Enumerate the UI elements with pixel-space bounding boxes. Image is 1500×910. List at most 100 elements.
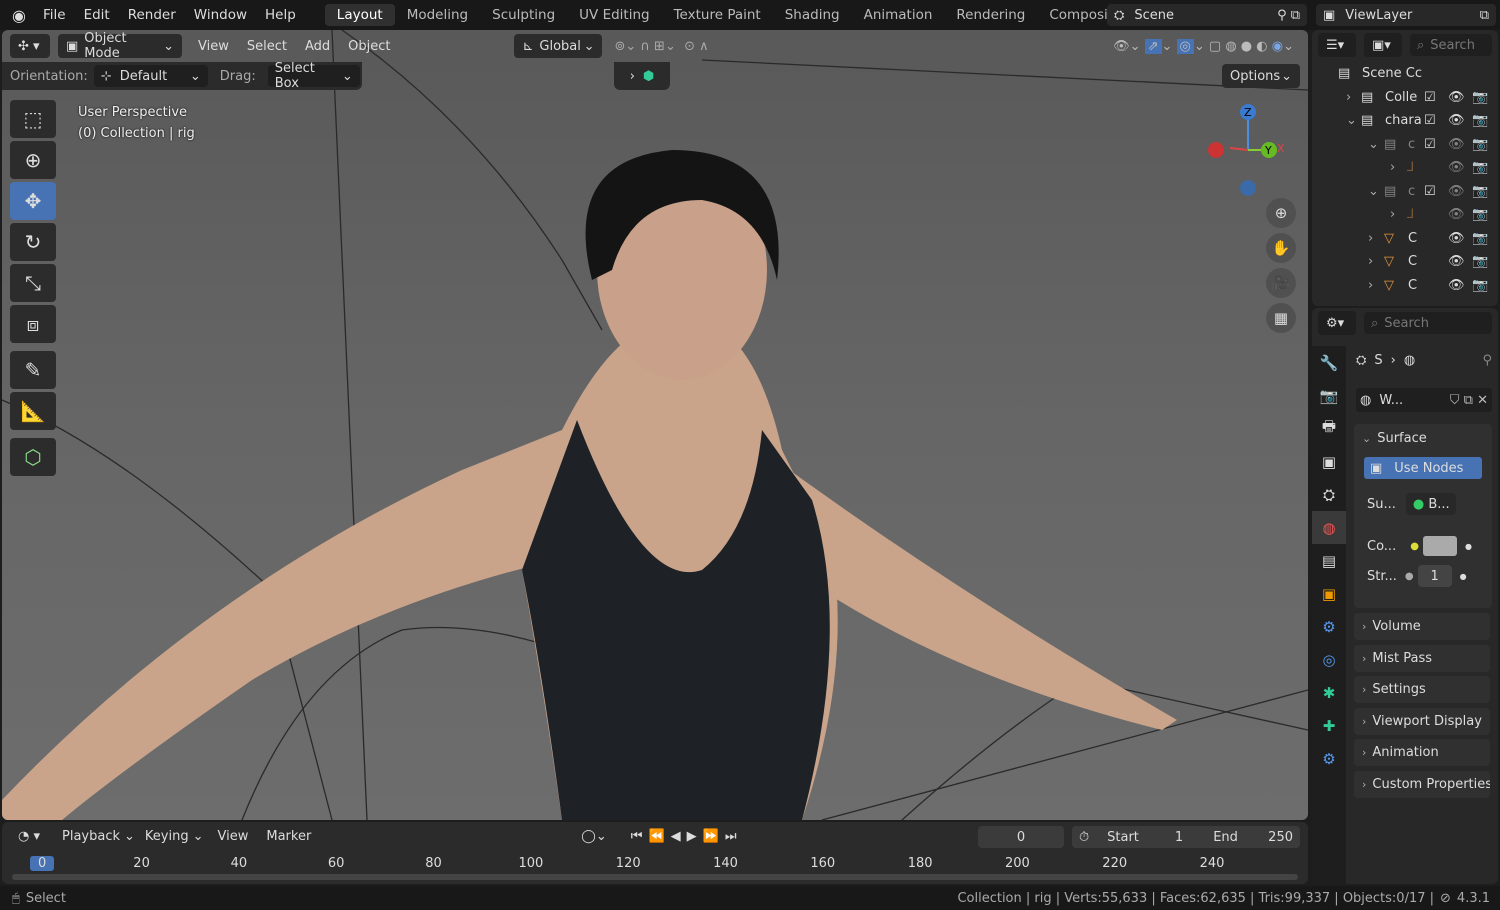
collection-tab[interactable]: ▤: [1312, 544, 1346, 577]
checkbox-icon[interactable]: ☑: [1424, 113, 1436, 128]
tab-sculpting[interactable]: Sculpting: [480, 4, 567, 26]
camera-icon[interactable]: 📷: [1472, 184, 1488, 199]
eye-icon[interactable]: 👁: [1448, 113, 1465, 128]
menu-window[interactable]: Window: [185, 7, 256, 23]
new-layer-icon[interactable]: ⧉: [1480, 8, 1489, 23]
tab-shading[interactable]: Shading: [773, 4, 852, 26]
tab-uv-editing[interactable]: UV Editing: [567, 4, 661, 26]
keyframe-dot[interactable]: ●: [1460, 572, 1467, 581]
camera-icon[interactable]: 📷: [1472, 113, 1488, 128]
chevron-down-icon[interactable]: ⌄: [1346, 113, 1357, 128]
tab-layout[interactable]: Layout: [324, 4, 395, 26]
measure-tool[interactable]: 📐: [10, 392, 56, 430]
world-selector[interactable]: ◍ W... ⛉ ⧉ ✕: [1356, 388, 1492, 412]
add-cube-tool[interactable]: ⬡: [10, 438, 56, 476]
view-layer-tab[interactable]: ▣: [1312, 445, 1346, 478]
menu-playback[interactable]: Playback: [62, 829, 120, 844]
camera-icon[interactable]: 📷: [1472, 278, 1488, 293]
start-value[interactable]: 1: [1175, 830, 1183, 845]
outliner-row[interactable]: › ▽ C 👁 📷: [1312, 227, 1498, 251]
chevron-right-icon[interactable]: ⌄: [1368, 184, 1379, 199]
modifier-tab[interactable]: ⚙: [1312, 610, 1346, 643]
menu-view[interactable]: View: [218, 829, 249, 844]
menu-view[interactable]: View: [198, 39, 229, 54]
chevron-right-icon[interactable]: ›: [1390, 207, 1395, 222]
drag-dropdown[interactable]: Select Box ⌄: [267, 61, 360, 91]
keyframe-dot[interactable]: ●: [1465, 542, 1472, 551]
eye-icon[interactable]: 👁: [1448, 137, 1465, 152]
chevron-right-icon[interactable]: ›: [1346, 90, 1351, 105]
timeline-scrollbar[interactable]: [12, 874, 1298, 880]
tool-tab[interactable]: 🔧: [1312, 346, 1346, 379]
menu-select[interactable]: Select: [247, 39, 287, 54]
pin-icon[interactable]: ⚲: [1482, 353, 1492, 368]
camera-icon[interactable]: 📷: [1472, 254, 1488, 269]
eye-icon[interactable]: 👁: [1448, 207, 1465, 222]
eye-icon[interactable]: 👁: [1448, 278, 1465, 293]
chevron-right-icon[interactable]: ›: [1390, 160, 1395, 175]
3d-viewport[interactable]: ✣ ▾ ▣ Object Mode ⌄ View Select Add Object…: [2, 30, 1308, 820]
camera-icon[interactable]: 📷: [1472, 90, 1488, 105]
select-box-tool[interactable]: ⬚: [10, 100, 56, 138]
eye-icon[interactable]: 👁: [1448, 184, 1465, 199]
eye-icon[interactable]: 👁: [1448, 160, 1465, 175]
eye-icon[interactable]: 👁: [1448, 90, 1465, 105]
outliner-search[interactable]: ⌕ Search: [1410, 34, 1492, 56]
outliner-row[interactable]: › ⅃ 👁 📷: [1312, 156, 1498, 180]
properties-search[interactable]: ⌕ Search: [1364, 312, 1492, 334]
current-frame-field[interactable]: 0: [978, 826, 1064, 848]
menu-add[interactable]: Add: [305, 39, 330, 54]
gizmo-toggle[interactable]: › ⬢: [614, 62, 670, 90]
shading-icons[interactable]: 👁⌄ ⇗ ⌄ ◎ ⌄ ▢ ◍ ● ◐ ◉⌄: [1113, 38, 1294, 54]
eye-icon[interactable]: 👁: [1448, 231, 1465, 246]
panel-animation[interactable]: › Animation: [1354, 739, 1490, 767]
auto-key-icon[interactable]: ◯⌄: [581, 829, 606, 844]
outliner-row[interactable]: ▤ Scene Cc: [1312, 62, 1498, 86]
editor-type-button[interactable]: ✣ ▾: [10, 34, 50, 58]
tab-rendering[interactable]: Rendering: [944, 4, 1037, 26]
panel-viewport-display[interactable]: › Viewport Display: [1354, 707, 1490, 735]
outliner-row[interactable]: ⌄ ▤ c ☑ 👁 📷: [1312, 180, 1498, 204]
checkbox-icon[interactable]: ☑: [1424, 90, 1436, 105]
pin-icon[interactable]: ⚲ ⧉: [1277, 8, 1300, 23]
menu-edit[interactable]: Edit: [75, 7, 119, 23]
display-mode[interactable]: ▣▾: [1364, 33, 1402, 57]
color-swatch[interactable]: [1422, 536, 1457, 556]
use-nodes-button[interactable]: ▣ Use Nodes: [1364, 457, 1482, 479]
surface-shader[interactable]: ● B...: [1405, 493, 1456, 515]
outliner-row[interactable]: ⌄ ▤ chara ☑ 👁 📷: [1312, 109, 1498, 133]
timeline-editor-type[interactable]: ◔ ▾: [10, 824, 50, 848]
menu-file[interactable]: File: [34, 7, 75, 23]
playback-controls[interactable]: ⏮⏪◀▶⏩⏭: [631, 829, 743, 844]
chevron-right-icon[interactable]: ›: [1368, 254, 1373, 269]
properties-editor-type[interactable]: ⚙▾: [1318, 311, 1356, 335]
panel-settings[interactable]: › Settings: [1354, 676, 1490, 704]
chevron-right-icon[interactable]: ›: [1368, 278, 1373, 293]
options-button[interactable]: Options ⌄: [1222, 64, 1300, 88]
eye-icon[interactable]: 👁: [1448, 254, 1465, 269]
outliner-row[interactable]: ⌄ ▤ c ☑ 👁 📷: [1312, 133, 1498, 157]
outliner-row[interactable]: › ⅃ 👁 📷: [1312, 203, 1498, 227]
camera-icon[interactable]: 📷: [1472, 207, 1488, 222]
panel-volume[interactable]: › Volume: [1354, 613, 1490, 640]
world-tab[interactable]: ◍: [1312, 511, 1346, 544]
scale-tool[interactable]: ⤡: [10, 264, 56, 302]
checkbox-icon[interactable]: ☑: [1424, 184, 1436, 199]
frame-ruler[interactable]: 0 20 40 60 80 100 120 140 160 180 200 220 240: [2, 856, 1302, 872]
menu-help[interactable]: Help: [256, 7, 305, 23]
chevron-right-icon[interactable]: ⌄: [1368, 137, 1379, 152]
transform-orientation[interactable]: ⊾ Global ⌄: [514, 34, 603, 58]
annotate-tool[interactable]: ✎: [10, 351, 56, 389]
camera-icon[interactable]: 🎥: [1266, 268, 1296, 298]
scene-tab[interactable]: ⛭: [1312, 478, 1346, 511]
frame-range[interactable]: ⏱ Start 1 End 250: [1072, 826, 1300, 848]
strength-field[interactable]: 1: [1417, 565, 1452, 587]
particles-tab[interactable]: ◎: [1312, 643, 1346, 676]
zoom-icon[interactable]: ⊕: [1266, 198, 1296, 228]
camera-icon[interactable]: 📷: [1472, 231, 1488, 246]
move-tool[interactable]: ✥: [10, 182, 56, 220]
panel-mist-pass[interactable]: › Mist Pass: [1354, 644, 1490, 672]
cursor-tool[interactable]: ⊕: [10, 141, 56, 179]
orientation-dropdown[interactable]: ⊹ Default ⌄: [93, 65, 208, 87]
outliner-row[interactable]: › ▤ Colle ☑ 👁 📷: [1312, 86, 1498, 110]
